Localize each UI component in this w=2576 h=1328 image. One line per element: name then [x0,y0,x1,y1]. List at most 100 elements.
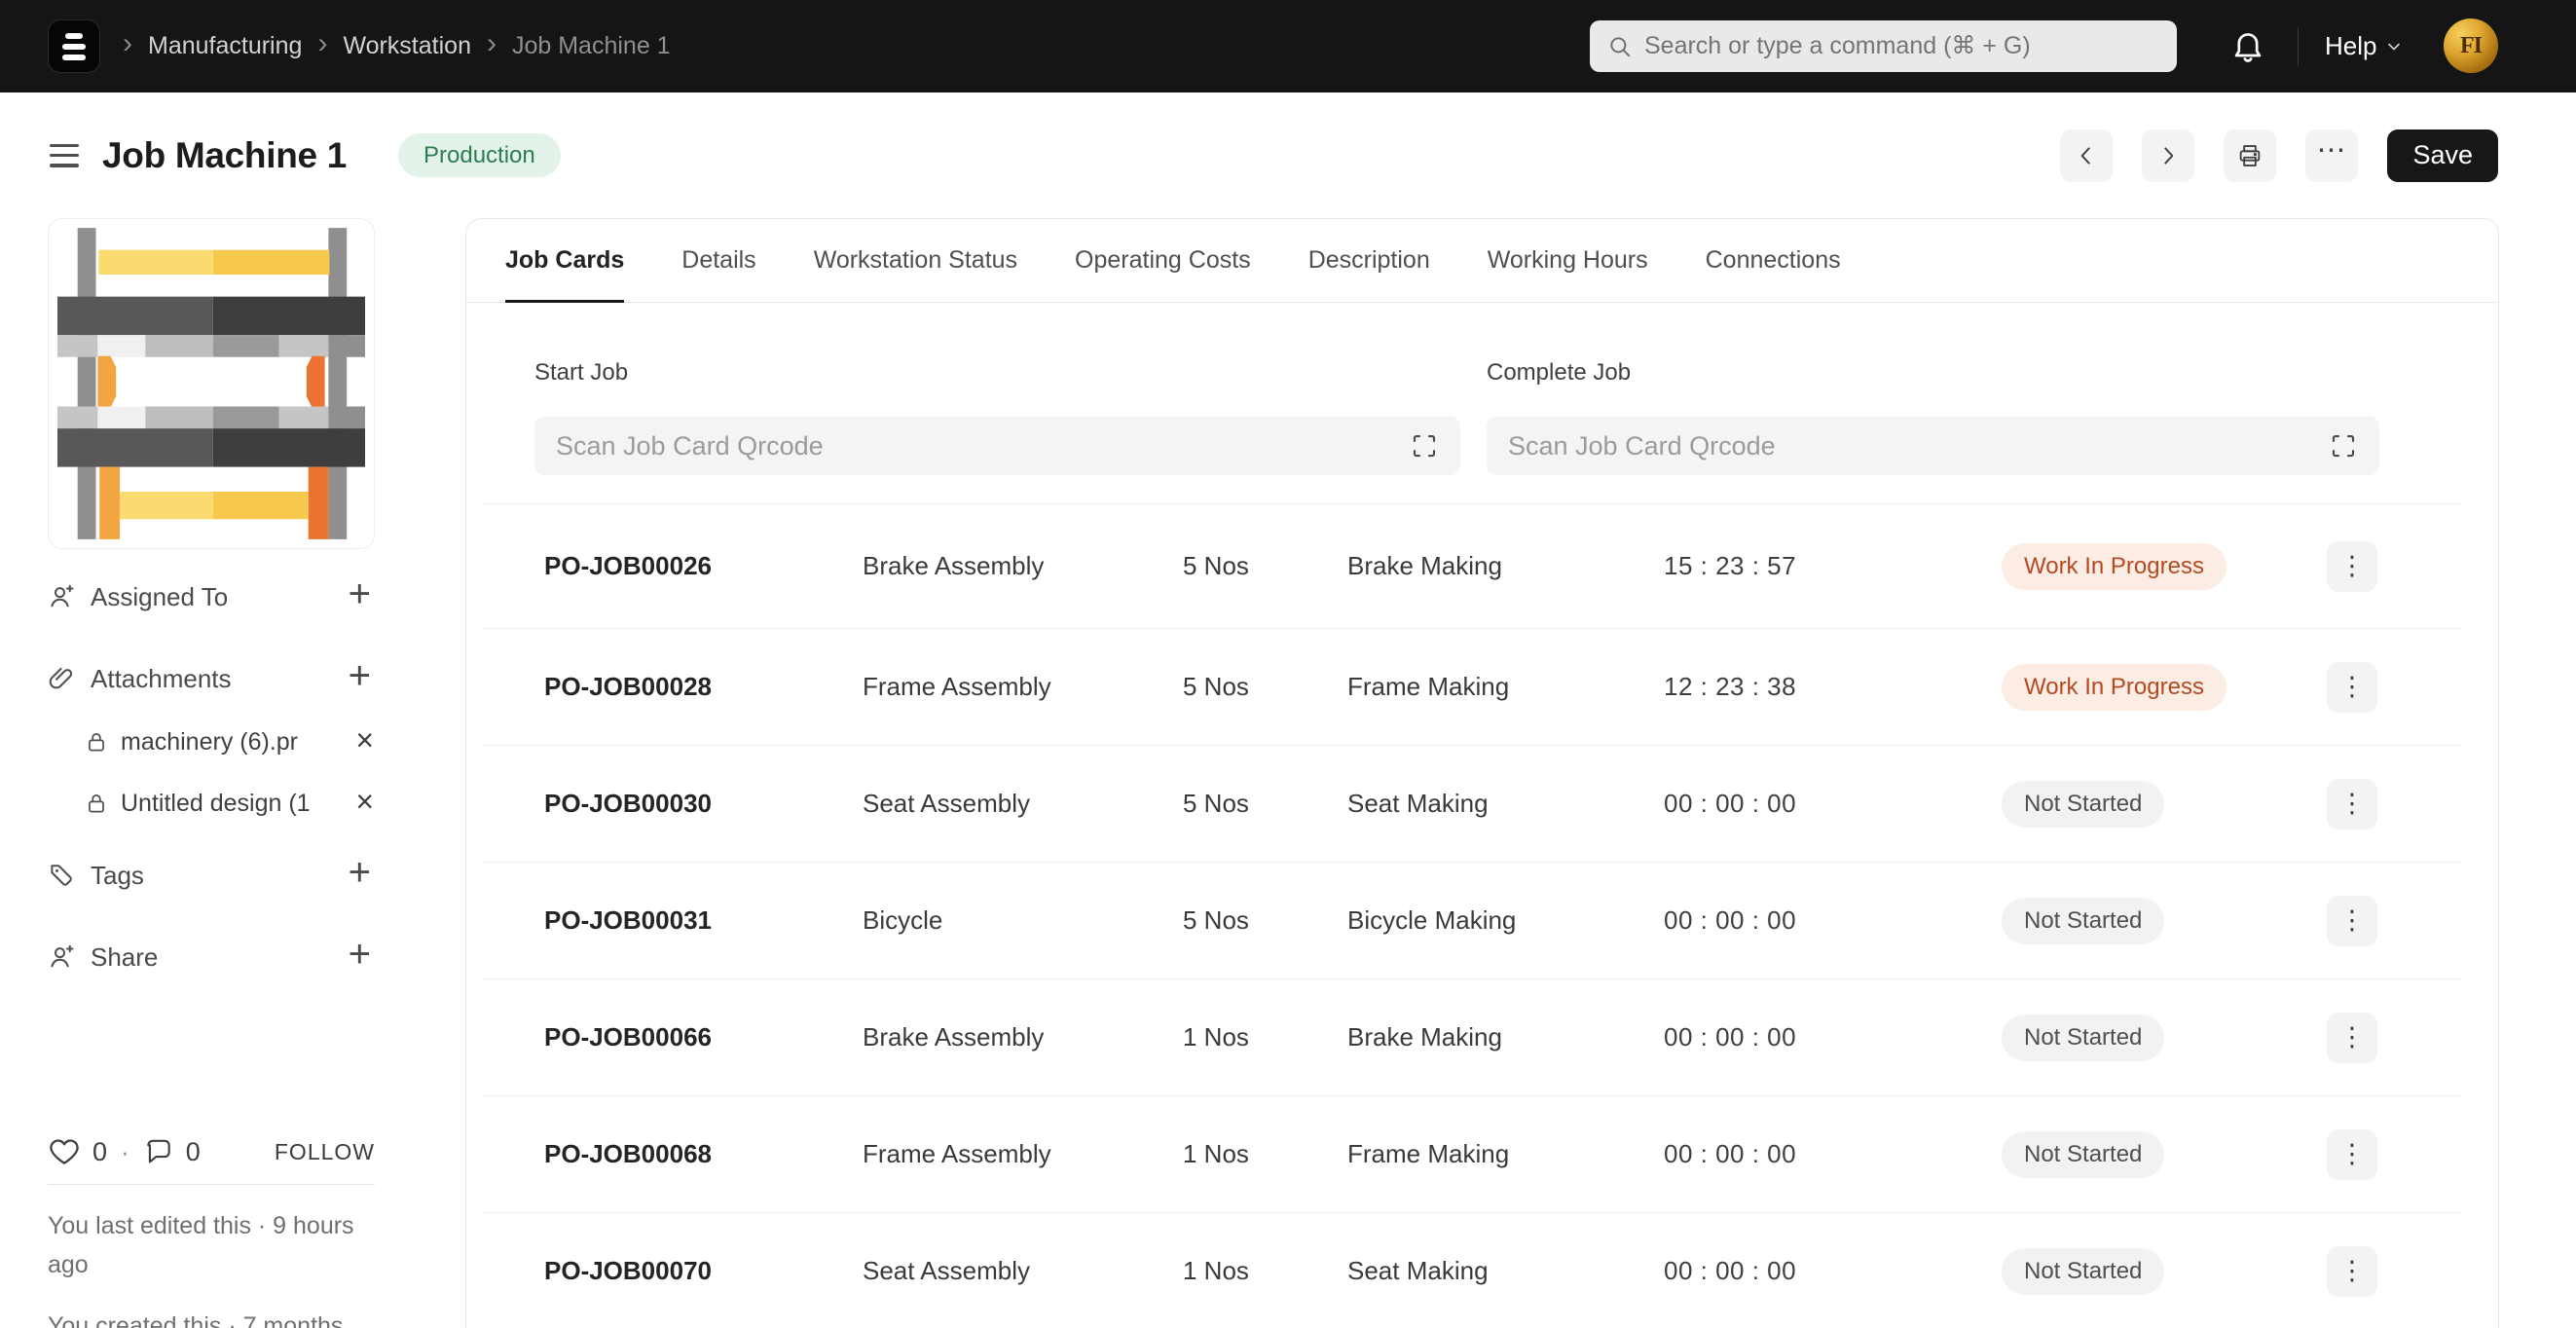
follow-button[interactable]: FOLLOW [275,1139,375,1165]
help-menu[interactable]: Help [2325,0,2404,92]
kebab-icon: ⋮ [2338,551,2366,580]
chevron-right-icon: › [317,26,328,59]
avatar[interactable]: FI [2444,18,2498,73]
job-card-item: Frame Assembly [863,672,1051,701]
printer-icon [2240,144,2261,166]
tab-job-cards[interactable]: Job Cards [505,219,625,303]
job-card-operation: Seat Making [1347,789,1489,818]
kebab-icon: ⋮ [2338,672,2366,701]
breadcrumb-current: Job Machine 1 [511,32,671,59]
scan-qrcode-icon[interactable] [2329,431,2358,461]
sidebar-toggle-button[interactable] [50,143,79,167]
job-card-id[interactable]: PO-JOB00066 [544,1022,863,1052]
job-card-operation: Frame Making [1347,1139,1510,1168]
job-card-id[interactable]: PO-JOB00026 [544,551,863,581]
kebab-icon: ⋮ [2338,1256,2366,1285]
comment-count: 0 [185,1136,201,1166]
tab-operating-costs[interactable]: Operating Costs [1075,219,1251,302]
breadcrumb-workstation[interactable]: Workstation [343,32,471,60]
last-edited-note: You last edited this · 9 hours ago [48,1212,354,1278]
kebab-icon: ⋮ [2338,1139,2366,1168]
tab-connections[interactable]: Connections [1706,219,1841,302]
assigned-to-label: Assigned To [91,581,229,611]
add-tag-button[interactable]: + [345,853,375,898]
attachment-link[interactable]: Untitled design (1 [121,790,311,818]
chevron-left-icon [2081,146,2091,165]
complete-job-label: Complete Job [1487,359,1632,386]
kebab-icon: ⋮ [2338,789,2366,818]
complete-job-scan-input[interactable] [1508,430,2315,461]
attachment-item: machinery (6).pr × [84,720,376,763]
comment-icon[interactable] [143,1136,174,1167]
job-card-qty: 5 Nos [1183,672,1249,701]
job-card-qty: 5 Nos [1183,551,1249,580]
app-logo[interactable] [48,19,100,73]
sidebar-item-tags: Tags + [48,852,375,899]
job-card-timer: 00 : 00 : 00 [1664,1022,1797,1051]
search-input[interactable] [1644,32,2159,60]
tab-workstation-status[interactable]: Workstation Status [814,219,1017,302]
job-card-status-badge: Not Started [2002,1014,2165,1061]
add-attachment-button[interactable]: + [345,656,375,701]
global-search[interactable] [1590,20,2177,72]
chevron-right-icon: › [123,26,132,59]
notifications-button[interactable] [2229,26,2268,65]
sidebar-item-assigned-to: Assigned To + [48,573,375,620]
next-document-button[interactable] [2142,129,2195,182]
more-actions-button[interactable]: ⋯ [2305,129,2359,182]
job-card-status-badge: Not Started [2002,1247,2165,1295]
job-card-status-badge: Work In Progress [2002,663,2226,711]
job-card-operation: Brake Making [1347,1022,1502,1051]
share-label: Share [91,941,159,972]
document-sidebar: Assigned To + Attachments + machinery (6… [0,218,465,1328]
job-card-id[interactable]: PO-JOB00028 [544,672,863,702]
section-divider [482,503,2461,504]
print-button[interactable] [2224,129,2277,182]
row-menu-button[interactable]: ⋮ [2327,661,2377,713]
previous-document-button[interactable] [2060,129,2114,182]
remove-attachment-button[interactable]: × [353,724,376,759]
scan-qrcode-icon[interactable] [1410,431,1439,461]
row-menu-button[interactable]: ⋮ [2327,778,2377,830]
tab-working-hours[interactable]: Working Hours [1488,219,1648,302]
attachment-link[interactable]: machinery (6).pr [121,728,298,756]
start-job-scan-field[interactable] [534,417,1460,475]
add-assignment-button[interactable]: + [345,574,375,619]
chevron-down-icon [2388,43,2401,50]
tab-description[interactable]: Description [1308,219,1430,302]
row-menu-button[interactable]: ⋮ [2327,540,2377,592]
job-card-qty: 1 Nos [1183,1022,1249,1051]
remove-attachment-button[interactable]: × [353,786,376,821]
job-card-id[interactable]: PO-JOB00068 [544,1139,863,1169]
save-button[interactable]: Save [2387,129,2498,182]
row-menu-button[interactable]: ⋮ [2327,1245,2377,1297]
complete-job-scan-field[interactable] [1487,417,2379,475]
job-card-operation: Frame Making [1347,672,1510,701]
row-menu-button[interactable]: ⋮ [2327,1012,2377,1063]
row-menu-button[interactable]: ⋮ [2327,895,2377,946]
toolbar: ⋯ Save [2060,129,2498,182]
lock-icon [89,733,104,752]
navbar: › Manufacturing › Workstation › Job Mach… [0,0,2576,92]
start-job-scan-input[interactable] [556,430,1396,461]
job-card-item: Seat Assembly [863,1256,1030,1285]
breadcrumb-manufacturing[interactable]: Manufacturing [148,32,302,60]
tab-details[interactable]: Details [681,219,755,302]
add-share-button[interactable]: + [345,935,375,979]
job-card-timer: 12 : 23 : 38 [1664,672,1797,701]
job-card-timer: 00 : 00 : 00 [1664,1139,1797,1168]
breadcrumb: › Manufacturing › Workstation › Job Mach… [123,0,671,92]
document-follow-row: 0 · 0 FOLLOW [48,1128,375,1175]
heart-icon[interactable] [48,1135,81,1168]
job-card-id[interactable]: PO-JOB00070 [544,1256,863,1286]
job-card-id[interactable]: PO-JOB00030 [544,789,863,819]
avatar-text: FI [2460,32,2483,58]
job-card-list: PO-JOB00026 Brake Assembly 5 Nos Brake M… [482,504,2461,1328]
workstation-image[interactable] [48,218,375,549]
row-menu-button[interactable]: ⋮ [2327,1128,2377,1180]
table-row: PO-JOB00070 Seat Assembly 1 Nos Seat Mak… [482,1213,2461,1328]
table-row: PO-JOB00028 Frame Assembly 5 Nos Frame M… [482,629,2461,746]
like-count: 0 [92,1136,108,1166]
job-card-id[interactable]: PO-JOB00031 [544,905,863,936]
job-card-status-badge: Not Started [2002,897,2165,944]
